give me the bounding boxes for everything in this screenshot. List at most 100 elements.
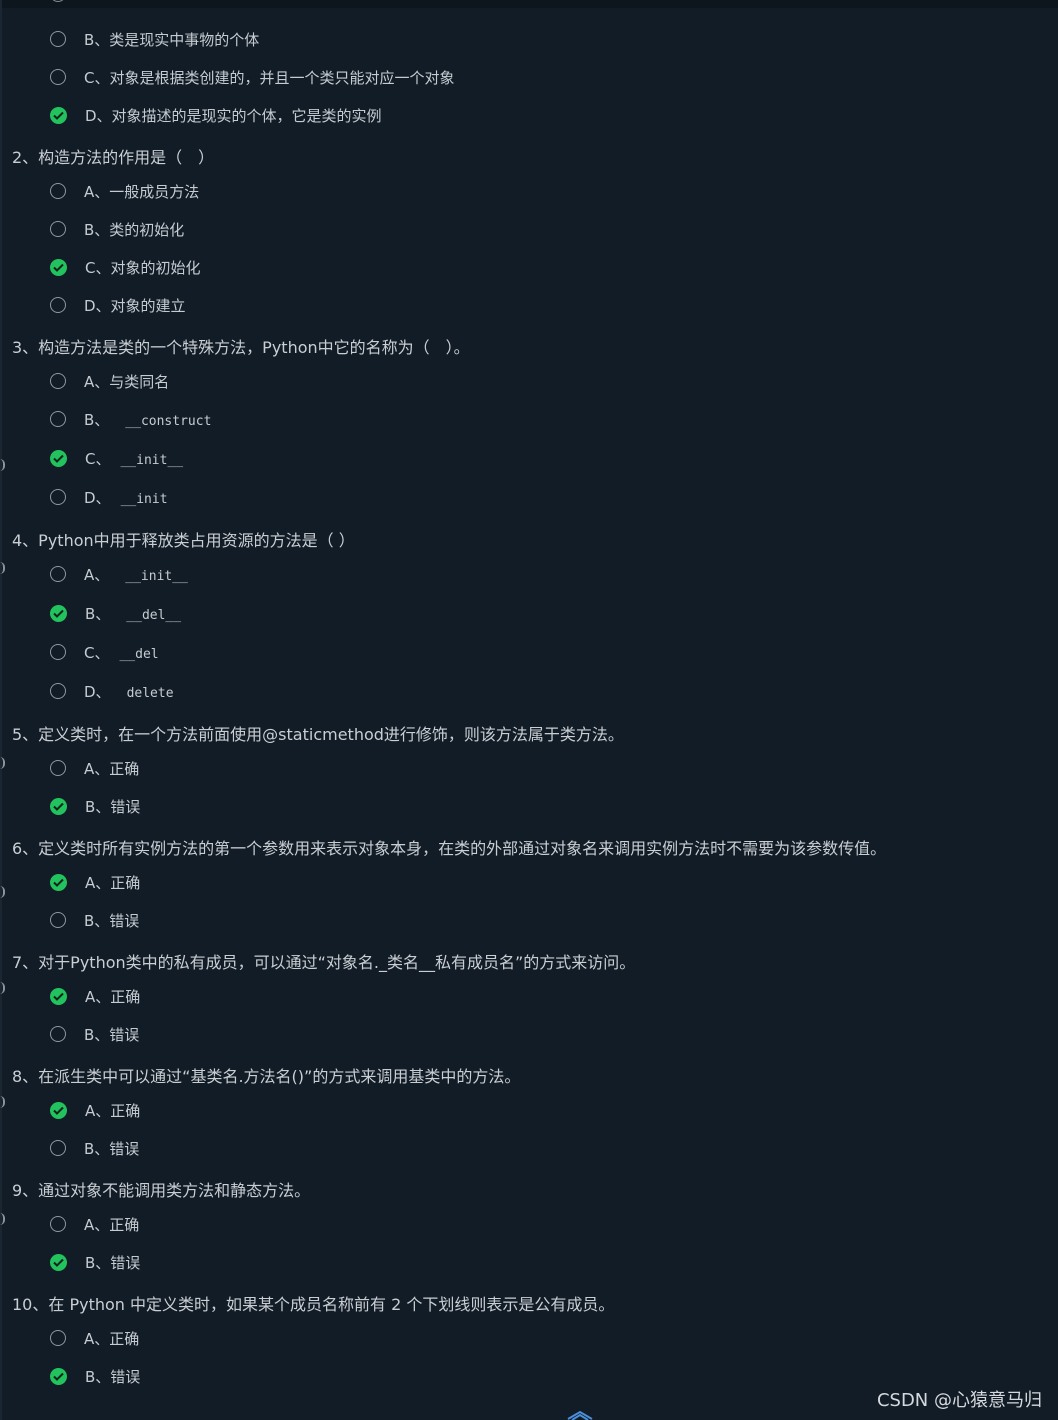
option-label: B、错误 — [85, 1252, 140, 1273]
check-circle-icon[interactable] — [50, 258, 67, 276]
option-label: D、 delete — [84, 681, 174, 702]
option-label: B、类是现实中事物的个体 — [84, 30, 260, 49]
radio-empty-icon[interactable] — [50, 183, 66, 199]
answer-option[interactable]: A、 __init__ — [50, 563, 188, 585]
question-text: 9、通过对象不能调用类方法和静态方法。 — [12, 1181, 311, 1200]
radio-empty-icon[interactable] — [50, 683, 66, 699]
option-prefix: A、与类同名 — [84, 372, 170, 391]
radio-empty-icon[interactable] — [50, 566, 66, 582]
answer-option[interactable]: B、错误 — [50, 1137, 139, 1159]
radio-empty-icon[interactable] — [50, 644, 66, 660]
answer-option[interactable]: A、正确 — [50, 985, 140, 1007]
question-text: 2、构造方法的作用是（ ） — [12, 148, 215, 167]
radio-empty-icon[interactable] — [50, 297, 66, 313]
answer-option[interactable]: C、对象的初始化 — [50, 256, 200, 278]
option-label: D、对象描述的是现实的个体，它是类的实例 — [85, 106, 382, 125]
question-text: 7、对于Python类中的私有成员，可以通过“对象名._类名__私有成员名”的方… — [12, 953, 636, 972]
left-edge-marker — [0, 562, 5, 574]
q1-option-b[interactable]: B、类是现实中事物的个体 — [50, 28, 259, 50]
option-code: __init__ — [125, 568, 188, 584]
answer-option[interactable]: B、错误 — [50, 1251, 140, 1273]
answer-option[interactable]: A、正确 — [50, 871, 140, 893]
option-prefix: A、 — [84, 565, 110, 584]
option-label: A、 __init__ — [84, 564, 188, 585]
option-prefix: A、正确 — [84, 1329, 140, 1348]
quiz-page: B、类是现实中事物的个体 C、对象是根据类创建的，并且一个类只能对应一个对象 D… — [0, 0, 1058, 1420]
check-circle-icon[interactable] — [50, 873, 67, 891]
option-label: B、错误 — [85, 796, 140, 817]
radio-empty-icon[interactable] — [50, 1216, 66, 1232]
option-prefix: B、 — [85, 604, 111, 623]
answer-option[interactable]: B、错误 — [50, 1023, 139, 1045]
option-prefix: B、 — [84, 410, 110, 429]
radio-empty-icon[interactable] — [50, 1026, 66, 1042]
option-label: B、类的初始化 — [84, 219, 184, 240]
option-label: C、对象是根据类创建的，并且一个类只能对应一个对象 — [84, 68, 455, 87]
option-label: A、与类同名 — [84, 371, 169, 392]
check-circle-icon[interactable] — [50, 1367, 67, 1385]
scroll-up-icon[interactable] — [566, 1410, 594, 1420]
option-code: delete — [126, 685, 174, 701]
answer-option[interactable]: D、对象的建立 — [50, 294, 186, 316]
option-prefix: C、 — [84, 643, 110, 662]
answer-option[interactable]: D、 delete — [50, 680, 174, 702]
answer-option[interactable]: A、正确 — [50, 757, 139, 779]
answer-option[interactable]: C、 __init__ — [50, 447, 183, 469]
left-edge — [0, 0, 2, 1420]
option-prefix: B、错误 — [84, 911, 140, 930]
radio-empty-icon[interactable] — [50, 31, 66, 47]
answer-option[interactable]: B、类的初始化 — [50, 218, 184, 240]
watermark: CSDN @心猿意马归 — [876, 1390, 1042, 1411]
option-label: A、正确 — [84, 1328, 139, 1349]
left-edge-marker — [0, 1096, 5, 1108]
check-circle-icon[interactable] — [50, 604, 67, 622]
option-code: __init — [120, 491, 168, 507]
radio-empty-icon[interactable] — [50, 69, 66, 85]
check-circle-icon[interactable] — [50, 106, 67, 124]
check-circle-icon[interactable] — [50, 449, 67, 467]
check-circle-icon[interactable] — [50, 987, 67, 1005]
answer-option[interactable]: A、与类同名 — [50, 370, 169, 392]
option-prefix: A、正确 — [85, 873, 141, 892]
answer-option[interactable]: B、错误 — [50, 909, 139, 931]
answer-option[interactable]: B、错误 — [50, 1365, 140, 1387]
option-label: B、错误 — [84, 910, 139, 931]
option-prefix: B、错误 — [84, 1025, 140, 1044]
answer-option[interactable]: B、 __construct — [50, 408, 211, 430]
option-code: __init__ — [120, 452, 184, 468]
left-edge-marker — [0, 1213, 5, 1225]
option-label: A、正确 — [85, 872, 140, 893]
radio-empty-icon[interactable] — [50, 760, 66, 776]
answer-option[interactable]: A、正确 — [50, 1213, 139, 1235]
answer-option[interactable]: A、正确 — [50, 1327, 139, 1349]
q1-option-c[interactable]: C、对象是根据类创建的，并且一个类只能对应一个对象 — [50, 66, 454, 88]
radio-empty-icon[interactable] — [50, 1330, 66, 1346]
option-label: C、对象的初始化 — [85, 257, 200, 278]
option-prefix: B、类的初始化 — [84, 220, 185, 239]
left-edge-marker — [0, 757, 5, 769]
q1-option-d[interactable]: D、对象描述的是现实的个体，它是类的实例 — [50, 104, 382, 126]
top-edge-strip — [0, 0, 1058, 8]
radio-empty-icon[interactable] — [50, 411, 66, 427]
answer-option[interactable]: B、错误 — [50, 795, 140, 817]
option-prefix: D、 — [84, 488, 111, 507]
radio-empty-icon[interactable] — [50, 221, 66, 237]
radio-empty-icon[interactable] — [50, 373, 66, 389]
option-label: A、一般成员方法 — [84, 181, 199, 202]
option-prefix: B、错误 — [85, 797, 141, 816]
option-prefix: C、对象的初始化 — [85, 258, 201, 277]
check-circle-icon[interactable] — [50, 1101, 67, 1119]
answer-option[interactable]: B、 __del__ — [50, 602, 181, 624]
question-text: 3、构造方法是类的一个特殊方法，Python中它的名称为（ ）。 — [12, 338, 470, 357]
answer-option[interactable]: C、 __del — [50, 641, 159, 663]
radio-empty-icon[interactable] — [50, 489, 66, 505]
radio-empty-icon[interactable] — [50, 1140, 66, 1156]
radio-empty-icon[interactable] — [50, 912, 66, 928]
question-text: 5、定义类时，在一个方法前面使用@staticmethod进行修饰，则该方法属于… — [12, 725, 624, 744]
check-circle-icon[interactable] — [50, 797, 67, 815]
answer-option[interactable]: A、正确 — [50, 1099, 140, 1121]
answer-option[interactable]: D、 __init — [50, 486, 168, 508]
check-circle-icon[interactable] — [50, 1253, 67, 1271]
option-prefix: A、一般成员方法 — [84, 182, 200, 201]
answer-option[interactable]: A、一般成员方法 — [50, 180, 199, 202]
